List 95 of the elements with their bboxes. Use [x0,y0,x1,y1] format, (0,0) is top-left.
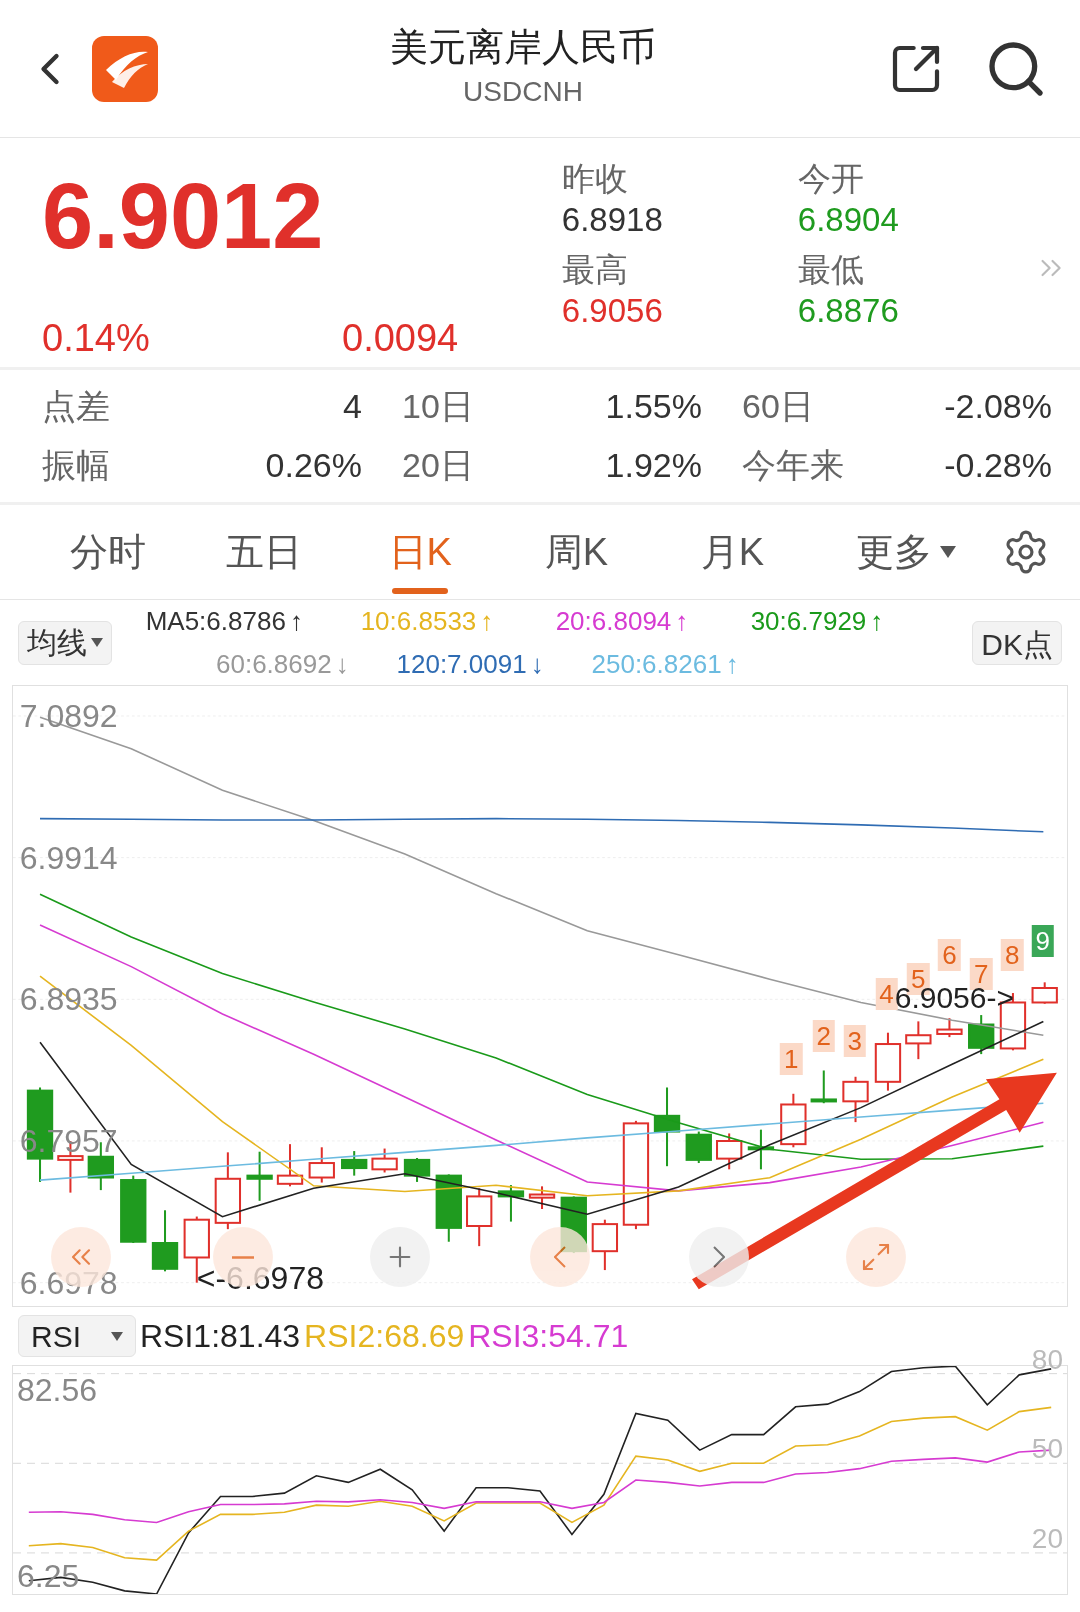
rsi-value: RSI2:68.69 [304,1317,465,1356]
trend-arrow: ↑ [725,647,739,681]
period-tab[interactable]: 分时 [30,504,187,600]
caret-icon [940,546,957,558]
caret-icon [111,1331,123,1341]
range-label: 82.56 [17,1374,98,1406]
candle [968,1015,995,1055]
trend-arrow: ↑ [675,604,689,638]
rsi-value: RSI3:54.71 [468,1317,629,1356]
ma-value: 120:7.0091 [396,647,527,681]
candle [371,1148,398,1173]
stat-value: -0.28% [944,445,1052,486]
period-tab[interactable]: 日K [342,504,499,600]
field-label: 昨收 [561,159,629,199]
stat-label: 点差 [42,386,110,427]
field-value: 6.9056 [561,290,664,331]
field-value: 6.8876 [797,290,900,331]
candle [341,1151,368,1176]
signal-badge: 6 [938,939,961,972]
signal-badge: 2 [812,1020,835,1052]
app-logo [92,35,158,102]
trend-arrow: ↑ [480,604,494,638]
period-tab[interactable]: 月K [654,504,811,600]
candle [497,1185,525,1222]
last-price: 6.9012 [42,170,325,262]
stat-label: 振幅 [42,445,110,486]
candle [528,1186,556,1209]
candle [685,1131,712,1164]
tick-label: 80 [1031,1345,1063,1374]
caret-icon [91,638,103,647]
candle [810,1070,837,1104]
indicator-dropdown[interactable]: RSI [18,1315,136,1357]
candle [936,1018,963,1038]
stat-label: 10日 [402,386,474,427]
tick-label: 20 [1031,1524,1063,1553]
candle [842,1076,869,1123]
ma-value: 30:6.7929 [750,604,867,638]
change-percent: 0.14% [42,316,151,361]
candle [905,1021,932,1060]
candle [276,1144,304,1187]
window-title: 美元离岸人民币 [390,24,656,70]
candle [747,1129,775,1170]
more-tab[interactable]: 更多 [810,504,1003,600]
stat-value: 0.26% [265,445,362,486]
candle [874,1032,902,1091]
stat-label: 60日 [742,386,814,427]
candle [308,1147,335,1183]
candle [151,1210,179,1272]
period-tab[interactable]: 周K [498,504,655,600]
field-label: 今开 [797,159,865,199]
signal-badge: 8 [1001,939,1024,972]
ma-value: MA5:6.8786 [145,604,286,638]
stat-value: 1.55% [605,386,702,427]
axis-label: 6.9914 [19,841,118,874]
field-label: 最高 [561,249,629,290]
candle [466,1188,493,1247]
dk-button[interactable]: DK点 [972,620,1062,665]
candle [403,1158,431,1182]
candle [435,1174,462,1242]
candle [780,1093,807,1148]
indicator-dropdown[interactable]: 均线 [18,620,112,665]
trend-arrow: ↑ [870,604,884,638]
chevron-left-icon [554,1246,567,1269]
ma-value: 10:6.8533 [360,604,477,638]
axis-label: 6.6978 [19,1266,118,1299]
ma-value: 250:6.8261 [591,647,722,681]
signal-badge: 3 [843,1025,867,1058]
minus-icon [231,1255,254,1259]
field-label: 最低 [797,249,865,290]
chevron-right-icon [713,1246,726,1269]
signal-badge: 9 [1031,925,1054,958]
signal-badge: 1 [780,1043,803,1076]
stat-label: 今年来 [742,445,844,486]
period-tab[interactable]: 五日 [186,504,343,600]
rsi-value: RSI1:81.43 [140,1317,301,1356]
stat-value: 1.92% [605,445,702,486]
change-amount: 0.0094 [342,316,459,361]
ma-value: 20:6.8094 [555,604,672,638]
symbol-code: USDCNH [463,75,583,110]
field-value: 6.8918 [561,200,664,241]
stat-value: 4 [343,386,362,427]
ma-value: 60:6.8692 [216,647,332,681]
field-value: 6.8904 [797,200,900,241]
candle [246,1151,273,1201]
candle [591,1219,619,1271]
candle [1031,982,1058,1004]
trend-arrow: ↓ [335,647,349,681]
price-marker: <-6.6978 [196,1262,324,1294]
trend-arrow: ↑ [289,604,303,638]
candle [716,1133,743,1170]
candle [120,1175,147,1243]
trend-arrow: ↓ [530,647,544,681]
stat-label: 20日 [402,445,474,486]
stat-value: -2.08% [944,386,1052,427]
axis-label: 7.0892 [19,700,118,732]
